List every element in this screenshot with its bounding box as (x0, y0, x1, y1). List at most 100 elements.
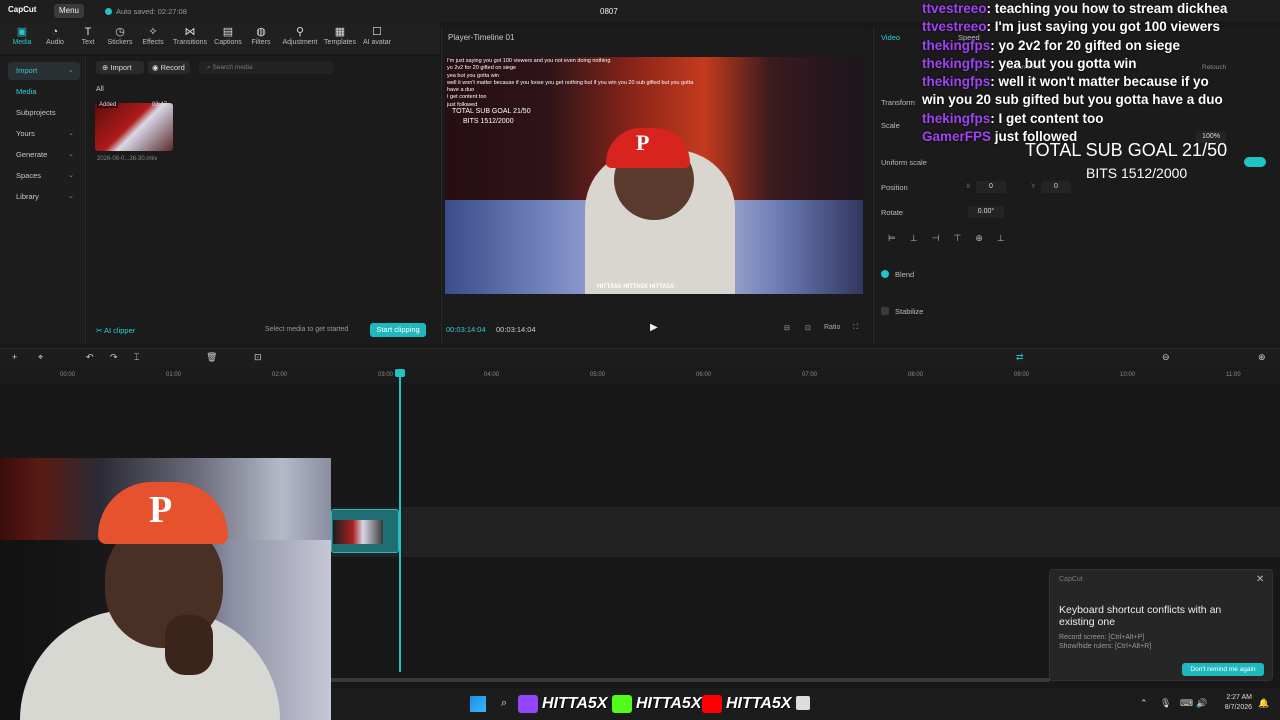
blend-toggle[interactable]: Blend (881, 270, 914, 279)
sidebar-item-generate[interactable]: Generate ⌄ (8, 146, 80, 164)
menu-button[interactable]: Menu (54, 4, 84, 18)
redo-icon[interactable]: ↷ (110, 352, 118, 363)
templates-icon: ▦ (334, 26, 346, 38)
dont-remind-button[interactable]: Don't remind me again (1182, 663, 1264, 676)
windows-start-icon[interactable] (470, 696, 486, 712)
pos-y-label: Y (1031, 183, 1036, 190)
tick-label: 07:00 (802, 372, 818, 378)
media-panel (87, 56, 440, 344)
transform-heading: Transform (881, 98, 915, 107)
effects-icon: ✧ (148, 26, 158, 38)
undo-icon[interactable]: ↶ (86, 352, 94, 363)
cap-logo: P (149, 489, 173, 531)
sidebar-item-import[interactable]: Import ⌄ (8, 62, 80, 80)
add-track-icon[interactable]: + (12, 352, 17, 362)
adjustment-icon: ⚲ (295, 26, 305, 38)
transitions-icon: ⋈ (184, 26, 196, 38)
timeline-ruler[interactable] (0, 369, 1280, 383)
tool-adjustment[interactable]: ⚲ Adjustment (280, 26, 320, 46)
media-filename: 2026-08-0...36-30.mkv (97, 156, 158, 162)
scale-label: Scale (881, 121, 900, 130)
select-tool-icon[interactable]: ⌖ (38, 352, 43, 363)
tab-video[interactable]: Video (881, 33, 900, 42)
fullscreen-quality-icon[interactable]: ⊟ (784, 324, 790, 332)
sidebar-item-media[interactable]: Media (8, 83, 80, 101)
clip-thumbnail (333, 520, 383, 544)
player-title: Player-Timeline 01 (448, 33, 515, 42)
tool-ai-avatar[interactable]: ☐ AI avatar (357, 26, 397, 46)
chevron-down-icon: ⌄ (68, 130, 74, 137)
taskbar-date[interactable]: 8/7/2026 (1210, 704, 1252, 711)
chat-line: thekingfps: yo 2v2 for 20 gifted on sieg… (922, 37, 1181, 53)
record-button[interactable]: ◉ Record (148, 61, 190, 74)
search-input[interactable]: ⌕ Search media (199, 61, 333, 74)
pos-x-label: X (966, 183, 971, 190)
uniform-scale-toggle[interactable] (1244, 157, 1266, 167)
ratio-button[interactable]: Ratio (824, 324, 840, 331)
autosave-status: Auto saved: 02:27:08 (105, 7, 187, 16)
position-y-input[interactable]: 0 (1041, 181, 1071, 193)
app-logo: CapCut (8, 5, 37, 14)
notification-bell-icon[interactable]: 🔔 (1258, 698, 1269, 709)
stream-chat-overlay: ttvestreeo: teaching you how to stream d… (922, 0, 1280, 146)
fullscreen-icon[interactable]: ⛶ (853, 324, 858, 332)
youtube-brand: HITTA5X (702, 690, 791, 718)
capcut-taskbar-icon[interactable] (796, 696, 810, 710)
position-x-input[interactable]: 0 (976, 181, 1006, 193)
main-track[interactable] (330, 507, 1280, 557)
timeline-scrollbar[interactable] (330, 678, 1050, 682)
crop-icon[interactable]: ⊡ (805, 324, 811, 332)
playhead-handle[interactable] (395, 369, 405, 377)
project-name[interactable]: 0807 (600, 7, 618, 16)
chevron-down-icon: ⌄ (68, 193, 74, 200)
zoom-out-icon[interactable]: ⊖ (1162, 352, 1170, 363)
overlay-sub-goal: TOTAL SUB GOAL 21/50 (1025, 140, 1228, 160)
sidebar-item-yours[interactable]: Yours ⌄ (8, 125, 80, 143)
tool-effects[interactable]: ✧ Effects (133, 26, 173, 46)
delete-icon[interactable]: 🗑 (206, 352, 217, 363)
overlay-bits: BITS 1512/2000 (1086, 165, 1188, 181)
media-thumbnail[interactable] (95, 103, 173, 151)
sidebar-item-library[interactable]: Library ⌄ (8, 188, 80, 206)
twitch-icon (518, 695, 538, 713)
split-icon[interactable]: ⌶ (134, 352, 139, 363)
sidebar-item-subprojects[interactable]: Subprojects (8, 104, 80, 122)
blend-check-icon (881, 270, 889, 278)
autosave-icon (105, 8, 112, 15)
toast-line: Show/hide rulers: [Ctrl+Alt+R] (1059, 643, 1152, 650)
chat-line: ttvestreeo: I'm just saying you got 100 … (922, 19, 1221, 35)
alignment-icons[interactable]: ⊨⊥⊣⊤⊕⊥ (888, 233, 1019, 244)
search-icon[interactable]: ⌕ (501, 697, 507, 710)
taskbar-time[interactable]: 2:27 AM (1222, 694, 1252, 701)
start-clipping-button[interactable]: Start clipping (370, 323, 426, 337)
chevron-down-icon: ⌄ (68, 151, 74, 158)
autosave-text: Auto saved: 02:27:08 (116, 7, 187, 16)
ai-clipper-button[interactable]: ✂ AI clipper (96, 326, 135, 335)
tray-chevron-icon[interactable]: ⌃ (1140, 698, 1148, 709)
play-button[interactable]: ▶ (650, 322, 658, 333)
filter-all[interactable]: All (96, 86, 104, 93)
tool-filters[interactable]: ◍ Filters (241, 26, 281, 46)
tick-label: 05:00 (590, 372, 606, 378)
timeline-toolbar (0, 348, 1280, 368)
microphone-icon[interactable]: 🎙 (1160, 698, 1171, 709)
tick-label: 02:00 (272, 372, 288, 378)
tick-label: 04:00 (484, 372, 500, 378)
crop-icon[interactable]: ⊡ (254, 352, 262, 363)
playhead[interactable] (399, 370, 401, 672)
tool-transitions[interactable]: ⋈ Transitions (170, 26, 210, 46)
tool-templates[interactable]: ▦ Templates (320, 26, 360, 46)
close-icon[interactable]: ✕ (1256, 574, 1264, 585)
network-icon[interactable]: ⌨ (1180, 698, 1193, 709)
rotate-input[interactable]: 0.00° (968, 206, 1004, 218)
sidebar-item-spaces[interactable]: Spaces ⌄ (8, 167, 80, 185)
tick-label: 09:00 (1014, 372, 1030, 378)
import-button[interactable]: ⊕ Import (96, 61, 144, 74)
zoom-in-icon[interactable]: ⊕ (1258, 352, 1266, 363)
link-icon[interactable]: ⇄ (1016, 352, 1024, 363)
select-media-hint: Select media to get started (265, 326, 349, 333)
volume-icon[interactable]: 🔊 (1196, 698, 1207, 709)
tick-label: 10:00 (1120, 372, 1136, 378)
twitch-brand: HITTA5X (518, 690, 607, 718)
stabilize-toggle[interactable]: Stabilize (881, 307, 923, 316)
